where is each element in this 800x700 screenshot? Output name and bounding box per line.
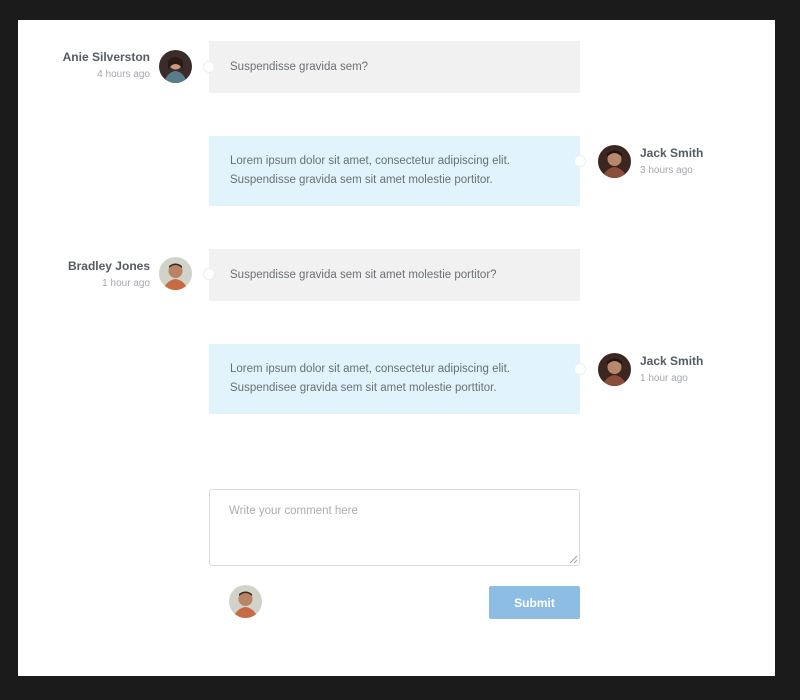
comment-text: Suspendisse gravida sem sit amet molesti… (230, 268, 497, 281)
comment-text: Lorem ipsum dolor sit amet, consectetur … (230, 155, 510, 186)
comment-meta: Jack Smith 3 hours ago (640, 146, 760, 176)
comments-panel: Anie Silverston 4 hours ago Suspendisse … (18, 20, 775, 676)
comment-meta: Bradley Jones 1 hour ago (0, 259, 150, 289)
comment-text: Suspendisse gravida sem? (230, 60, 369, 73)
man-avatar-icon (159, 257, 192, 290)
timeline-dot (574, 155, 586, 167)
timeline-dot (203, 61, 215, 73)
man-avatar-icon (598, 353, 631, 386)
comment-input[interactable] (209, 489, 580, 566)
comment-author: Anie Silverston (62, 50, 150, 64)
timeline-dot (574, 363, 586, 375)
comment-time: 3 hours ago (640, 165, 693, 176)
man-avatar-icon (598, 145, 631, 178)
comment-bubble: Suspendisse gravida sem? (209, 41, 580, 93)
timeline-dot (203, 268, 215, 280)
woman-avatar-icon (159, 50, 192, 83)
comment-bubble: Suspendisse gravida sem sit amet molesti… (209, 249, 580, 301)
comment-author: Jack Smith (640, 146, 704, 160)
comment-author: Bradley Jones (67, 259, 150, 273)
comment-time: 1 hour ago (640, 373, 688, 384)
comment-meta: Jack Smith 1 hour ago (640, 354, 760, 384)
comment-time: 1 hour ago (102, 278, 150, 289)
comment-time: 4 hours ago (97, 69, 150, 80)
current-user-avatar-icon (229, 585, 262, 618)
comment-author: Jack Smith (640, 354, 704, 368)
comment-meta: Anie Silverston 4 hours ago (0, 50, 150, 80)
comment-text: Lorem ipsum dolor sit amet, consectetur … (230, 363, 510, 394)
comment-bubble: Lorem ipsum dolor sit amet, consectetur … (209, 344, 580, 414)
submit-button[interactable]: Submit (489, 586, 580, 619)
comment-bubble: Lorem ipsum dolor sit amet, consectetur … (209, 136, 580, 206)
resize-handle-icon[interactable] (569, 555, 578, 564)
